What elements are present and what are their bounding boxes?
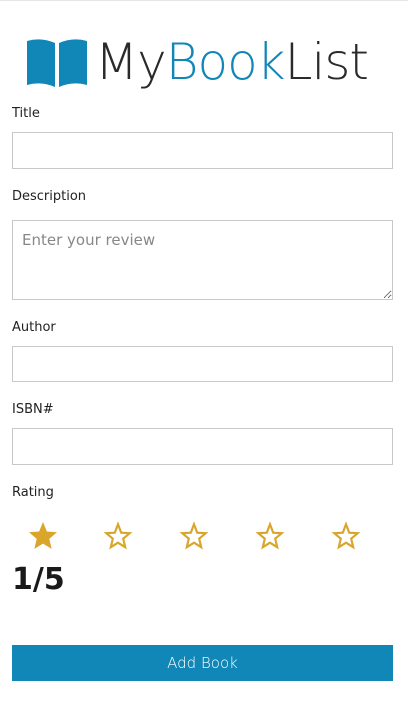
- add-book-button[interactable]: Add Book: [12, 645, 393, 681]
- star-outline-icon[interactable]: [178, 520, 210, 552]
- logo-text-my: My: [95, 33, 167, 91]
- author-input[interactable]: [12, 346, 393, 382]
- logo-wordmark: MyBookList: [95, 30, 369, 94]
- title-input[interactable]: [12, 132, 393, 169]
- logo-text-list: List: [284, 33, 369, 91]
- app-logo: MyBookList: [25, 30, 369, 94]
- star-filled-icon[interactable]: [27, 520, 59, 552]
- add-book-page: MyBookList Title Description Author ISBN…: [0, 0, 408, 709]
- open-book-icon: [27, 39, 87, 87]
- top-divider: [0, 0, 408, 1]
- rating-value: 1/5: [12, 562, 65, 597]
- description-textarea[interactable]: [12, 220, 393, 300]
- logo-text-book: Book: [165, 33, 286, 91]
- isbn-label: ISBN#: [12, 402, 54, 417]
- star-outline-icon[interactable]: [254, 520, 286, 552]
- star-outline-icon[interactable]: [330, 520, 362, 552]
- star-outline-icon[interactable]: [102, 520, 134, 552]
- isbn-input[interactable]: [12, 428, 393, 465]
- title-label: Title: [12, 106, 40, 121]
- author-label: Author: [12, 320, 56, 335]
- rating-stars: [12, 520, 393, 556]
- rating-label: Rating: [12, 485, 54, 500]
- description-label: Description: [12, 189, 87, 204]
